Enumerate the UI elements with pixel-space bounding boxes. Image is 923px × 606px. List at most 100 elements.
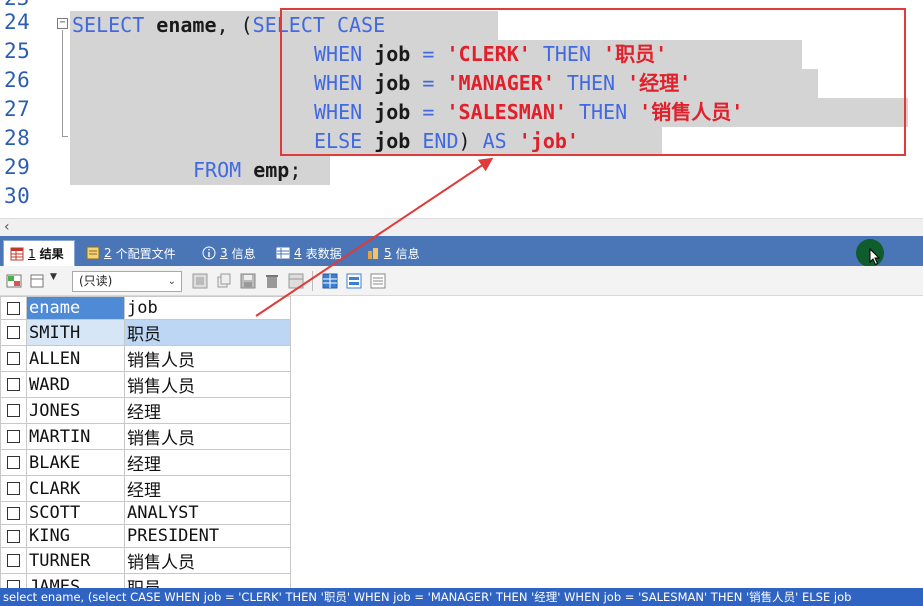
text-view-icon[interactable] xyxy=(370,273,386,289)
cell-ename[interactable]: MARTIN xyxy=(26,423,125,450)
readonly-mode-value: (只读) xyxy=(79,274,113,288)
profile-icon xyxy=(86,246,100,260)
table-row[interactable]: JONES 经理 xyxy=(0,397,291,424)
select-all-checkbox[interactable] xyxy=(0,296,27,320)
line-number: 24 xyxy=(4,10,31,34)
tab-info-2[interactable]: 5 信息 xyxy=(360,240,426,266)
cell-ename[interactable]: KING xyxy=(26,524,125,548)
export-icon[interactable] xyxy=(6,273,22,289)
table-row[interactable]: MARTIN 销售人员 xyxy=(0,423,291,450)
table-row[interactable]: JAMES职员 xyxy=(0,573,291,588)
kw-select: SELECT xyxy=(72,13,145,37)
tab-label: 信息 xyxy=(395,246,420,261)
result-grid[interactable]: ename job SMITH 职员 ALLEN 销售人员 WARD 销售人员 JONES 经… xyxy=(0,296,923,588)
table-row[interactable]: CLARK 经理 xyxy=(0,475,291,502)
tab-profile[interactable]: 2 个配置文件 xyxy=(80,240,182,266)
table-row[interactable]: SMITH 职员 xyxy=(0,319,291,346)
status-query-text: select ename, (select CASE WHEN job = 'C… xyxy=(3,590,852,604)
table-emp: emp xyxy=(253,158,290,182)
paren-open: ( xyxy=(240,13,253,37)
cell-ename[interactable]: JONES xyxy=(26,397,125,424)
scroll-left-icon[interactable]: ‹ xyxy=(4,219,10,235)
line-number: 29 xyxy=(4,155,31,179)
cell-job[interactable]: 销售人员 xyxy=(124,371,291,398)
chevron-down-icon[interactable]: ▼ xyxy=(50,272,57,282)
cell-ename[interactable]: BLAKE xyxy=(26,449,125,476)
tab-table-data[interactable]: 4 表数据 xyxy=(270,240,348,266)
cell-job[interactable]: 销售人员 xyxy=(124,345,291,372)
row-checkbox[interactable] xyxy=(0,475,27,502)
column-header-ename[interactable]: ename xyxy=(26,296,125,320)
cell-job[interactable]: 职员 xyxy=(124,573,291,588)
table-row[interactable]: BLAKE 经理 xyxy=(0,449,291,476)
row-checkbox[interactable] xyxy=(0,345,27,372)
code-line-29: FROM emp; xyxy=(193,156,301,185)
tab-number: 4 xyxy=(294,246,302,260)
line-number: 26 xyxy=(4,68,31,92)
table-row[interactable]: KING PRESIDENT xyxy=(0,524,291,548)
line-number: 25 xyxy=(4,39,31,63)
tab-result[interactable]: 1 结果 xyxy=(3,240,75,266)
grid-body: SMITH 职员 ALLEN 销售人员 WARD 销售人员 JONES 经理 MARTIN 销售人… xyxy=(0,319,291,588)
status-bar: select ename, (select CASE WHEN job = 'C… xyxy=(0,588,923,606)
filter-icon[interactable] xyxy=(192,273,208,289)
table-row[interactable]: ALLEN 销售人员 xyxy=(0,345,291,372)
table-icon xyxy=(276,247,290,259)
row-checkbox[interactable] xyxy=(0,501,27,525)
tab-label: 信息 xyxy=(231,246,256,261)
cell-job[interactable]: 销售人员 xyxy=(124,423,291,450)
semicolon: ; xyxy=(289,158,302,182)
tab-info[interactable]: 3 信息 xyxy=(196,240,262,266)
cell-job[interactable]: 经理 xyxy=(124,397,291,424)
fold-toggle-icon[interactable]: − xyxy=(57,18,68,29)
table-row[interactable]: SCOTT ANALYST xyxy=(0,501,291,525)
tab-label: 表数据 xyxy=(305,246,342,261)
cell-job[interactable]: 经理 xyxy=(124,449,291,476)
cell-job[interactable]: ANALYST xyxy=(124,501,291,525)
tab-label: 个配置文件 xyxy=(115,246,176,261)
delete-icon[interactable] xyxy=(264,273,280,289)
cell-job[interactable]: 职员 xyxy=(124,319,291,346)
cell-ename[interactable]: SMITH xyxy=(26,319,125,346)
horizontal-scrollbar[interactable]: ‹ xyxy=(0,218,923,236)
cell-job[interactable]: 经理 xyxy=(124,475,291,502)
row-checkbox[interactable] xyxy=(0,319,27,346)
refresh-grid-icon[interactable] xyxy=(288,273,304,289)
table-row[interactable]: TURNER 销售人员 xyxy=(0,547,291,574)
row-checkbox[interactable] xyxy=(0,423,27,450)
save-icon[interactable] xyxy=(240,273,256,289)
table-row[interactable]: WARD 销售人员 xyxy=(0,371,291,398)
form-view-icon[interactable] xyxy=(346,273,362,289)
readonly-mode-select[interactable]: (只读) ⌄ xyxy=(72,271,182,292)
cell-ename[interactable]: ALLEN xyxy=(26,345,125,372)
cell-job[interactable]: 销售人员 xyxy=(124,547,291,574)
cell-job[interactable]: PRESIDENT xyxy=(124,524,291,548)
tab-label: 结果 xyxy=(39,247,64,261)
cell-ename[interactable]: CLARK xyxy=(26,475,125,502)
row-checkbox[interactable] xyxy=(0,547,27,574)
layout-icon[interactable] xyxy=(30,273,46,289)
fold-guide-end xyxy=(62,136,68,137)
cell-ename[interactable]: WARD xyxy=(26,371,125,398)
cell-ename[interactable]: JAMES xyxy=(26,573,125,588)
row-checkbox[interactable] xyxy=(0,397,27,424)
sql-editor[interactable]: 23 24 25 26 27 28 29 30 − SELECT ename, … xyxy=(0,0,923,218)
line-number: 27 xyxy=(4,97,31,121)
line-number: 30 xyxy=(4,184,31,208)
row-checkbox[interactable] xyxy=(0,524,27,548)
kw-from: FROM xyxy=(193,158,242,182)
line-number-partial: 23 xyxy=(4,0,29,10)
row-checkbox[interactable] xyxy=(0,573,27,588)
cell-ename[interactable]: SCOTT xyxy=(26,501,125,525)
column-header-job[interactable]: job xyxy=(124,296,291,320)
grid-view-icon[interactable] xyxy=(322,273,338,289)
copy-icon[interactable] xyxy=(216,273,232,289)
fold-guide xyxy=(62,30,63,136)
toolbar-divider xyxy=(312,271,313,291)
cell-ename[interactable]: TURNER xyxy=(26,547,125,574)
row-checkbox[interactable] xyxy=(0,371,27,398)
result-tabs: 1 结果 2 个配置文件 3 信息 4 表数据 5 信息 xyxy=(0,236,923,266)
tab-number: 3 xyxy=(220,246,228,260)
row-checkbox[interactable] xyxy=(0,449,27,476)
col-ename: ename xyxy=(156,13,217,37)
